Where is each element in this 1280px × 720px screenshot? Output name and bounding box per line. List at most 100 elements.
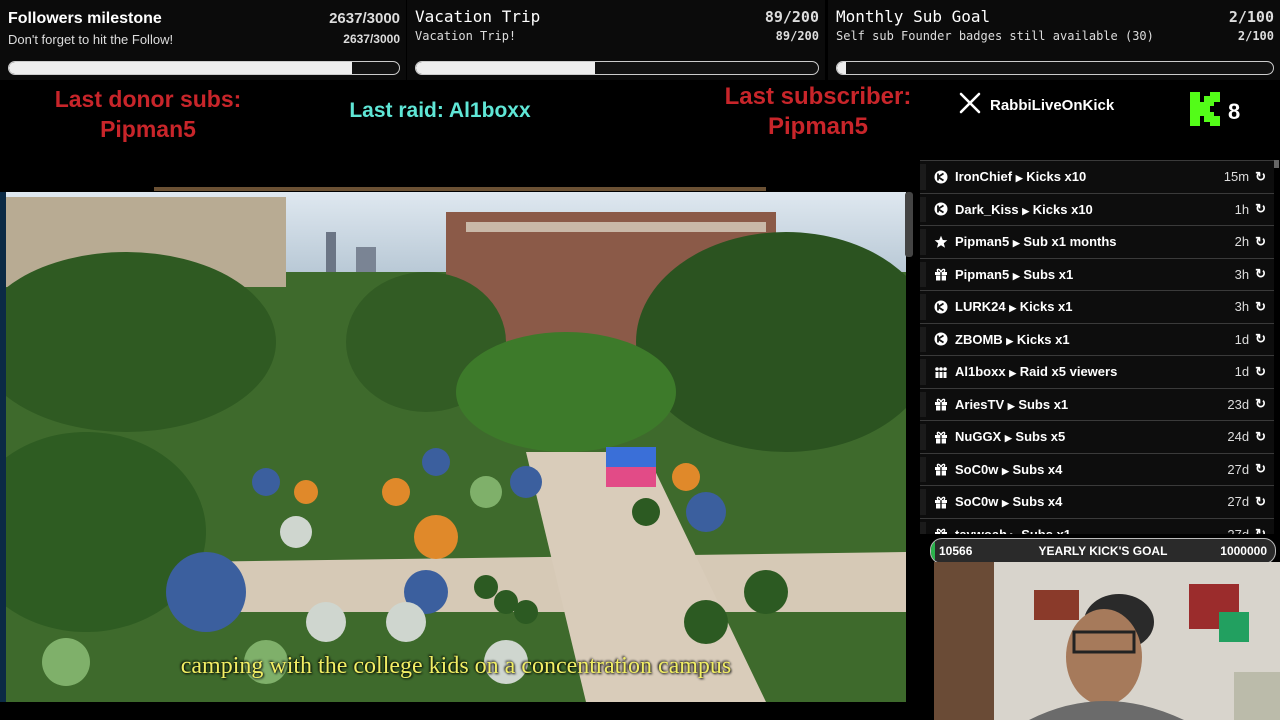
event-text: LURK24 ▶ Kicks x1 [955,299,1235,314]
goal-count-small: 2/100 [1237,29,1274,43]
event-text: NuGGX ▶ Subs x5 [955,429,1227,444]
last-subscriber-name: Pipman5 [767,113,869,140]
replay-icon[interactable]: ↻ [1255,331,1266,347]
event-separator: ▶ [1022,205,1030,216]
kick-icon [934,300,948,314]
webcam-image [934,562,1280,720]
event-time: 15m [1223,169,1250,185]
yearly-goal-target: 1000000 [1220,544,1267,558]
goal-progress-fill [416,62,595,74]
goal-vacation: Vacation Trip Vacation Trip! 89/200 89/2… [407,0,825,80]
replay-icon[interactable]: ↻ [1255,461,1266,477]
event-text: Pipman5 ▶ Sub x1 months [955,234,1235,249]
goal-count: 2/100 [1228,8,1274,26]
event-separator: ▶ [1001,465,1009,476]
event-time: 1h [1234,201,1250,217]
event-user: Dark_Kiss [955,201,1019,217]
video-player[interactable]: camping with the college kids on a conce… [0,192,906,702]
goal-subtitle: Self sub Founder badges still available … [836,29,1154,43]
event-text: Al1boxx ▶ Raid x5 viewers [955,364,1235,379]
event-row: taywoah ▶ Subs x127d↻ [920,517,1274,534]
webcam-feed [934,562,1280,720]
raid-icon [934,365,948,379]
goal-count: 2637/3000 [329,10,400,27]
replay-icon[interactable]: ↻ [1255,396,1266,412]
goal-title: Monthly Sub Goal [836,7,991,26]
event-row: SoC0w ▶ Subs x4 27d ↻ [920,485,1274,518]
gift-icon [934,397,948,411]
event-time: 1d [1234,364,1250,380]
goal-progress-bar [8,61,400,75]
video-scrollbar[interactable] [905,192,913,257]
event-action: Kicks x10 [1026,169,1087,185]
event-separator: ▶ [1006,335,1014,346]
replay-icon[interactable]: ↻ [1255,364,1266,380]
x-logo-icon [958,91,982,120]
replay-icon[interactable]: ↻ [1255,494,1266,510]
event-text: Pipman5 ▶ Subs x1 [955,267,1235,282]
replay-icon[interactable]: ↻ [1255,526,1266,534]
event-row: AriesTV ▶ Subs x1 23d ↻ [920,387,1274,420]
event-time: 27d [1227,527,1249,534]
goal-title: Followers milestone [8,10,162,27]
gift-icon [934,267,948,281]
event-action: Kicks x1 [1019,299,1073,315]
event-row: LURK24 ▶ Kicks x1 3h ↻ [920,290,1274,323]
event-user: SoC0w [955,461,999,477]
goal-count-small: 89/200 [775,29,819,43]
event-user: Al1boxx [955,364,1006,380]
event-text: Dark_Kiss ▶ Kicks x10 [955,202,1235,217]
event-time: 23d [1227,396,1250,412]
event-separator: ▶ [1001,498,1009,509]
goal-progress-bar [836,61,1274,75]
event-text: taywoah ▶ Subs x1 [955,527,1227,534]
replay-icon[interactable]: ↻ [1255,201,1266,217]
event-row: IronChief ▶ Kicks x10 15m ↻ [920,160,1274,193]
event-user: AriesTV [955,396,1005,412]
event-time: 3h [1234,266,1250,282]
event-action: Subs x4 [1012,461,1063,477]
replay-icon[interactable]: ↻ [1255,169,1266,185]
event-separator: ▶ [1015,173,1023,184]
replay-icon[interactable]: ↻ [1255,266,1266,282]
event-user: Pipman5 [955,234,1010,250]
event-action: Subs x1 [1021,527,1071,534]
event-separator: ▶ [1011,531,1018,534]
event-action: Subs x5 [1015,429,1066,445]
video-top-strip [154,187,766,191]
last-subscriber-label: Last subscriber: [724,83,912,110]
goal-progress-bar [415,61,819,75]
kick-viewers: 8 [1190,92,1240,131]
goal-monthly-sub: Monthly Sub Goal Self sub Founder badges… [828,0,1280,80]
event-row: ZBOMB ▶ Kicks x1 1d ↻ [920,322,1274,355]
last-donor-name: Pipman5 [100,116,196,142]
replay-icon[interactable]: ↻ [1255,429,1266,445]
event-row: Dark_Kiss ▶ Kicks x10 1h ↻ [920,192,1274,225]
kick-icon [934,170,948,184]
event-row: SoC0w ▶ Subs x4 27d ↻ [920,452,1274,485]
goal-subtitle: Vacation Trip! [415,29,517,43]
event-user: IronChief [955,169,1013,185]
event-row: Pipman5 ▶ Subs x1 3h ↻ [920,257,1274,290]
event-user: taywoah [955,527,1007,534]
replay-icon[interactable]: ↻ [1255,299,1266,315]
event-action: Kicks x10 [1032,201,1093,217]
kick-icon [934,332,948,346]
campus-scene-image [6,192,906,702]
last-subscriber: Last subscriber: Pipman5 [700,82,936,142]
event-separator: ▶ [1012,270,1020,281]
gift-icon [934,462,948,476]
replay-icon[interactable]: ↻ [1255,234,1266,250]
last-donor-subs: Last donor subs: Pipman5 [40,84,256,144]
yearly-kicks-goal: 10566 YEARLY KICK'S GOAL 1000000 [930,538,1276,564]
goal-count: 89/200 [764,8,819,26]
gift-icon [934,430,948,444]
goal-title: Vacation Trip [415,7,541,26]
event-row: NuGGX ▶ Subs x5 24d ↻ [920,420,1274,453]
event-user: LURK24 [955,299,1006,315]
x-social: RabbiLiveOnKick [958,92,1114,118]
event-separator: ▶ [1009,368,1017,379]
gift-icon [934,495,948,509]
events-scrollbar[interactable] [1274,160,1279,168]
kick-icon [934,202,948,216]
